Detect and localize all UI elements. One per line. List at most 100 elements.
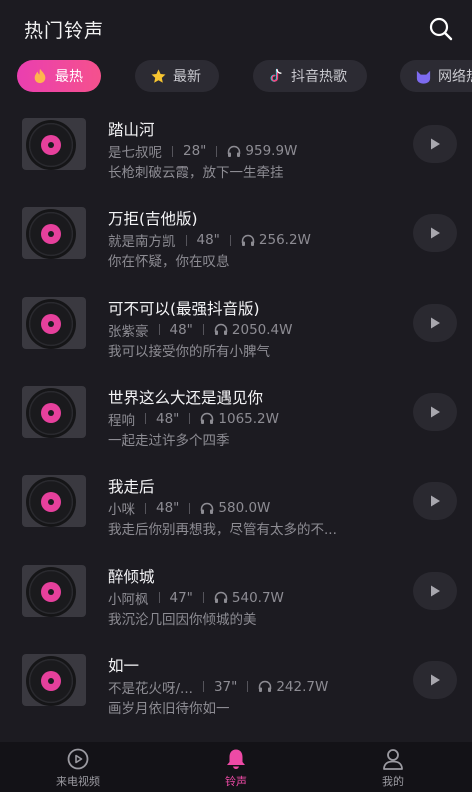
- record-cover: [22, 207, 86, 260]
- song-title: 可不可以(最强抖音版): [108, 299, 260, 318]
- divider: [189, 413, 191, 425]
- nav-mine[interactable]: 我的: [353, 748, 433, 789]
- tab-hottest[interactable]: 最热: [17, 60, 101, 92]
- play-count: 1065.2W: [218, 410, 279, 427]
- tab-label: 网络热歌: [438, 69, 472, 85]
- play-button[interactable]: [413, 392, 457, 431]
- play-icon: [428, 673, 442, 687]
- song-duration: 37": [213, 678, 238, 695]
- song-artist: 是七叔呢: [108, 145, 162, 161]
- record-cover: [22, 475, 86, 528]
- play-count: 256.2W: [258, 232, 311, 249]
- list-item[interactable]: 我走后 小咪 48" 580.0W 我走后你别再想我，尽管有太多的不...: [0, 455, 472, 544]
- record-cover: [22, 118, 86, 170]
- tab-newest[interactable]: 最新: [135, 60, 219, 92]
- song-meta: 就是南方凯 48" 256.2W: [108, 230, 311, 250]
- divider: [247, 681, 249, 693]
- song-artist: 小阿枫: [108, 591, 149, 608]
- headphone-icon: [258, 680, 272, 693]
- headphone-icon: [214, 323, 228, 336]
- search-icon[interactable]: [428, 16, 454, 42]
- divider: [185, 234, 187, 246]
- header: 热门铃声: [0, 0, 472, 58]
- tab-label: 最热: [55, 69, 83, 85]
- song-artist: 程响: [108, 412, 135, 429]
- song-title: 醉倾城: [108, 567, 155, 586]
- divider: [145, 413, 146, 425]
- divider: [202, 592, 204, 603]
- list-item[interactable]: 如一不是花火呀/... 37" 242.7W 画岁月依旧待你如一: [0, 634, 472, 723]
- divider: [158, 324, 160, 336]
- headphone-icon: [200, 502, 214, 515]
- song-title: 如一: [108, 656, 140, 675]
- song-meta: 小咪 48" 580.0W: [108, 498, 270, 518]
- play-count: 242.7W: [276, 678, 329, 695]
- play-button[interactable]: [413, 660, 457, 699]
- list-item[interactable]: 可不可以(最强抖音版) 张紫豪 48" 2050.4W 我可以接受你的所有小脾气: [0, 277, 472, 366]
- play-button[interactable]: [413, 482, 457, 521]
- song-meta: 小阿枫 47" 540.7W: [108, 588, 284, 608]
- divider: [216, 145, 218, 157]
- song-duration: 48": [156, 410, 180, 427]
- song-title: 踏山河: [108, 121, 155, 139]
- list-item[interactable]: 万拒(吉他版) 就是南方凯 48" 256.2W 你在怀疑，你在叹息: [0, 187, 472, 276]
- song-title: 我走后: [108, 478, 155, 497]
- video-icon: [66, 748, 90, 770]
- play-button[interactable]: [413, 571, 457, 610]
- play-button[interactable]: [413, 214, 457, 253]
- play-icon: [428, 494, 442, 508]
- bell-icon: [224, 748, 248, 770]
- song-duration: 48": [156, 500, 180, 517]
- divider: [202, 681, 204, 693]
- headphone-icon: [241, 234, 255, 247]
- record-cover: [22, 564, 86, 617]
- play-count: 580.0W: [218, 500, 271, 517]
- song-meta: 张紫豪 48" 2050.4W: [108, 320, 292, 340]
- song-lyric: 一起走过许多个四季: [108, 432, 230, 449]
- play-count: 2050.4W: [231, 321, 293, 338]
- play-button[interactable]: [413, 125, 457, 163]
- song-title: 万拒(吉他版): [108, 210, 198, 229]
- headphone-icon: [227, 145, 241, 158]
- play-count: 959.9W: [245, 143, 298, 159]
- list-item[interactable]: 醉倾城 小阿枫 47" 540.7W 我沉沦几回因你倾城的美: [0, 545, 472, 634]
- bottom-nav: 来电视频 铃声 我的: [0, 742, 472, 792]
- divider: [202, 324, 204, 336]
- play-count: 540.7W: [231, 589, 284, 606]
- play-icon: [428, 405, 442, 419]
- list-item[interactable]: 踏山河是七叔呢 28" 959.9W 长枪刺破云霞，放下一生牵挂: [0, 98, 472, 187]
- song-artist: 就是南方凯: [108, 234, 176, 251]
- nav-label: 铃声: [225, 775, 247, 788]
- list-item[interactable]: 世界这么大还是遇见你 程响 48" 1065.2W 一起走过许多个四季: [0, 366, 472, 455]
- play-icon: [428, 584, 442, 598]
- nav-caller-video[interactable]: 来电视频: [38, 748, 118, 789]
- tab-label: 最新: [173, 69, 201, 85]
- song-duration: 48": [196, 232, 220, 249]
- star-icon: [149, 67, 167, 85]
- song-artist: 张紫豪: [108, 323, 149, 340]
- song-title: 世界这么大还是遇见你: [108, 388, 264, 407]
- song-lyric: 画岁月依旧待你如一: [108, 700, 230, 717]
- user-icon: [381, 748, 405, 770]
- song-duration: 48": [169, 321, 193, 338]
- nav-ringtones[interactable]: 铃声: [196, 748, 276, 789]
- nav-label: 我的: [382, 775, 404, 788]
- tab-internet-hits[interactable]: 网络热歌: [400, 60, 472, 92]
- divider: [229, 234, 231, 246]
- song-artist: 不是花火呀/...: [108, 680, 193, 697]
- tab-label: 抖音热歌: [291, 69, 347, 85]
- song-lyric: 长枪刺破云霞，放下一生牵挂: [108, 165, 284, 181]
- flame-icon: [31, 67, 49, 85]
- song-meta: 是七叔呢 28" 959.9W: [108, 141, 297, 161]
- nav-label: 来电视频: [56, 775, 100, 788]
- play-icon: [428, 137, 442, 151]
- tab-douyin-hits[interactable]: 抖音热歌: [253, 60, 367, 92]
- song-lyric: 你在怀疑，你在叹息: [108, 254, 230, 271]
- play-button[interactable]: [413, 303, 457, 342]
- headphone-icon: [214, 591, 228, 604]
- divider: [145, 502, 146, 514]
- song-artist: 小咪: [108, 502, 135, 519]
- record-cover: [22, 385, 86, 438]
- song-meta: 程响 48" 1065.2W: [108, 409, 279, 429]
- play-icon: [428, 316, 442, 330]
